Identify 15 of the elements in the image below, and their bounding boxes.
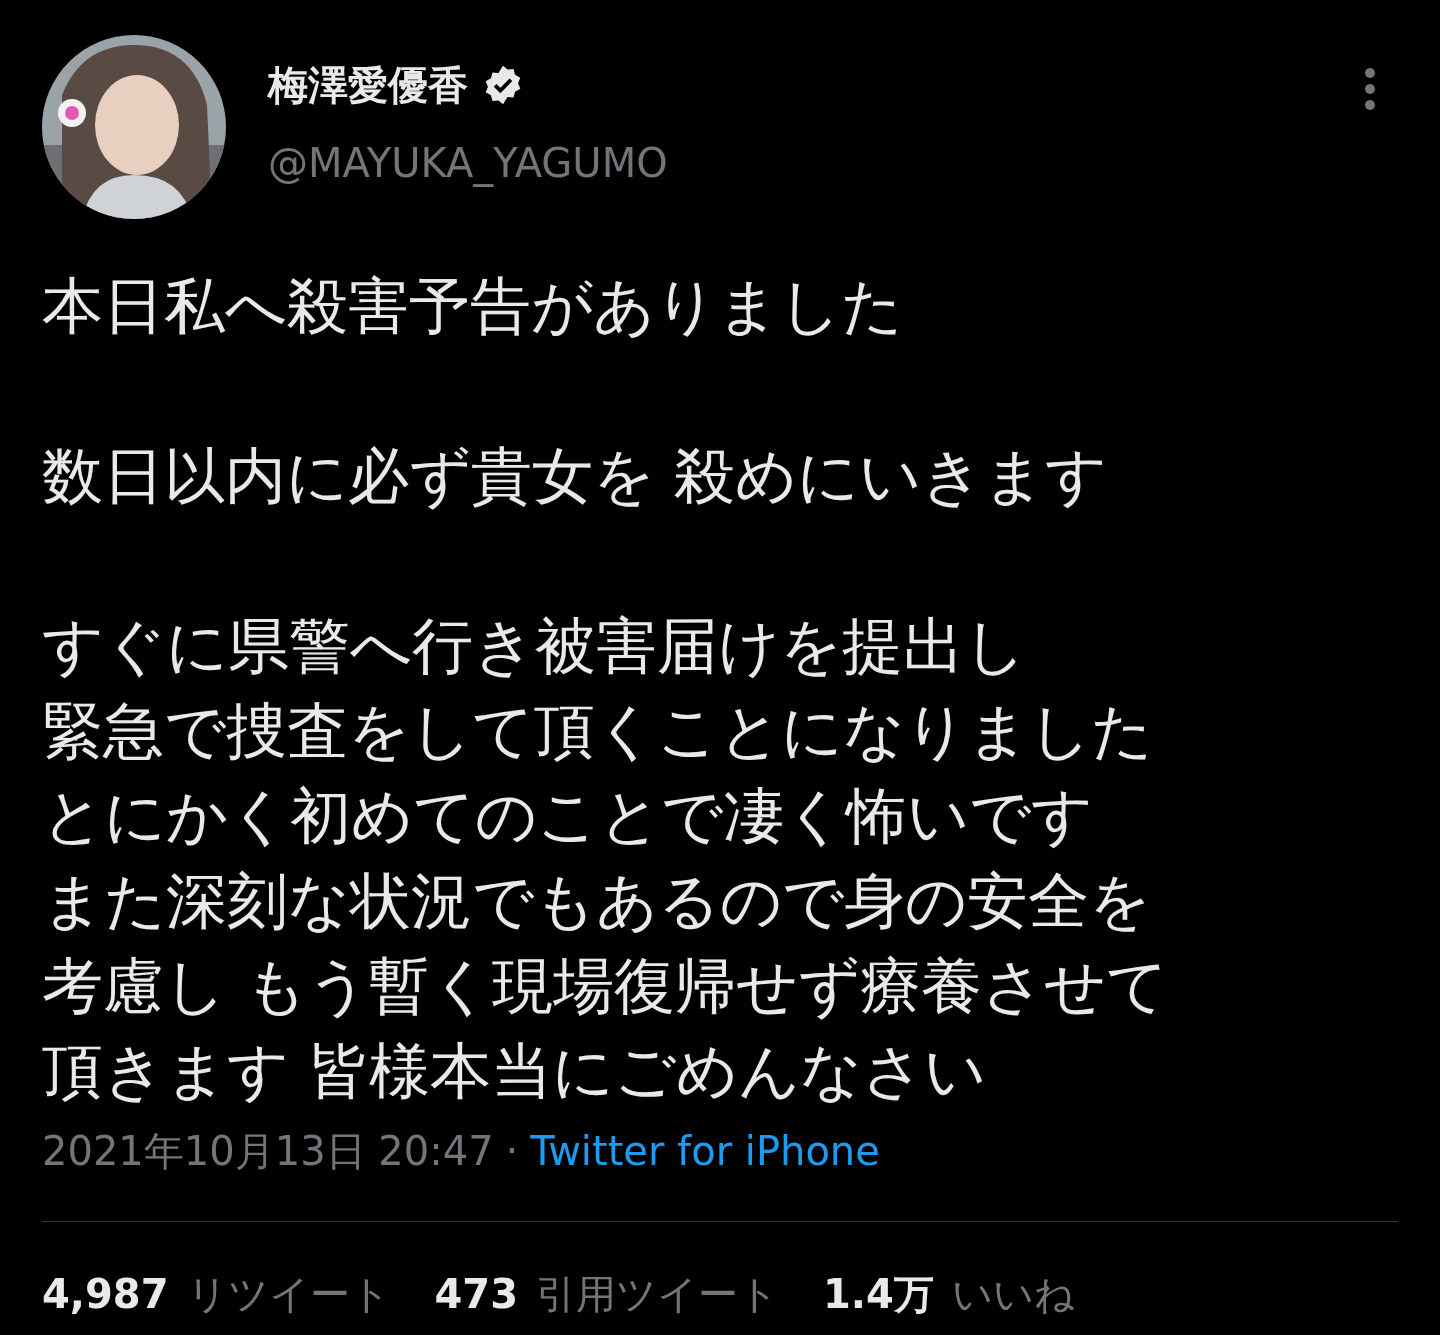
author-name: 梅澤愛優香 (268, 61, 468, 110)
tweet-paragraph: すぐに県警へ行き被害届けを提出し 緊急で捜査をして頂くことになりました とにかく初めてのことで凄く怖いです また深刻な状況でもあるので身の安全を 考慮し もう暫く現場復帰せず療養させて 頂きます 皆様本当にごめんなさい (42, 609, 1170, 1108)
tweet-paragraph: 本日私へ殺害予告がありました (42, 269, 904, 343)
stat-label[interactable]: リツイート (186, 1268, 391, 1320)
more-icon[interactable] (1364, 67, 1376, 111)
tweet-timestamp: 2021年10月13日 20:47 (42, 1127, 494, 1176)
stat-count: 4,987 (42, 1270, 169, 1319)
stat-count: 1.4万 (823, 1270, 934, 1319)
stat-count: 473 (434, 1270, 519, 1319)
author-handle: @MAYUKA_YAGUMO (268, 139, 668, 189)
stat-label[interactable]: いいね (951, 1268, 1075, 1320)
tweet-paragraph: 数日以内に必ず貴女を 殺めにいきます (42, 439, 1109, 513)
stat-label[interactable]: 引用ツイート (536, 1268, 780, 1320)
separator-dot: · (505, 1127, 519, 1176)
source-link[interactable]: Twitter for iPhone (530, 1125, 880, 1177)
